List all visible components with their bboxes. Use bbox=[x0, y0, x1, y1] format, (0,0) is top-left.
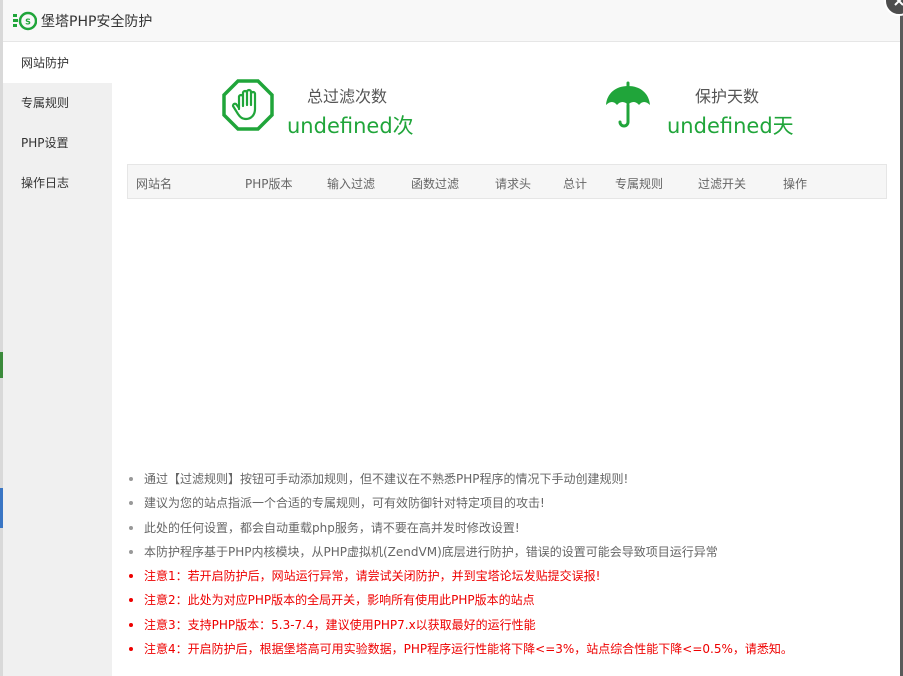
warning-note: 注意4：开启防护后，根据堡塔高可用实验数据，PHP程序运行性能将下降<=3%，站… bbox=[126, 637, 793, 661]
column-header-filter-switch: 过滤开关 bbox=[698, 177, 747, 191]
total-filter-value: undefined次 bbox=[287, 114, 414, 138]
main-panel: 总过滤次数 undefined次 保护天数 undefined天 网站名 PHP… bbox=[112, 43, 900, 676]
stop-hand-icon bbox=[222, 79, 274, 131]
help-note: 通过【过滤规则】按钮可手动添加规则，但不建议在不熟悉PHP程序的情况下手动创建规… bbox=[126, 467, 793, 491]
column-header-request-header: 请求头 bbox=[495, 177, 532, 191]
protect-days-label: 保护天数 bbox=[695, 87, 760, 106]
warning-note: 注意1：若开启防护后，网站运行异常，请尝试关闭防护，并到宝塔论坛发贴提交误报! bbox=[126, 564, 793, 588]
column-header-total: 总计 bbox=[563, 177, 588, 191]
help-notes: 通过【过滤规则】按钮可手动添加规则，但不建议在不熟悉PHP程序的情况下手动创建规… bbox=[126, 467, 793, 661]
protect-days-value: undefined天 bbox=[667, 114, 794, 138]
close-icon bbox=[894, 0, 903, 6]
column-header-function-filter: 函数过滤 bbox=[411, 177, 460, 191]
bt-logo-icon: S bbox=[13, 10, 38, 32]
column-header-input-filter: 输入过滤 bbox=[327, 177, 376, 191]
sidebar-item-operation-log[interactable]: 操作日志 bbox=[3, 163, 112, 203]
help-note: 本防护程序基于PHP内核模块，从PHP虚拟机(ZendVM)底层进行防护，错误的… bbox=[126, 540, 793, 564]
column-header-site-name: 网站名 bbox=[136, 177, 173, 191]
umbrella-icon bbox=[602, 79, 654, 131]
column-header-actions: 操作 bbox=[783, 177, 808, 191]
warning-note: 注意3：支持PHP版本：5.3-7.4，建议使用PHP7.x以获取最好的运行性能 bbox=[126, 613, 793, 637]
dialog-titlebar: S 堡塔PHP安全防护 bbox=[3, 0, 903, 42]
plugin-dialog: S 堡塔PHP安全防护 网站防护 专属规则 PHP设置 操作日志 总过滤次数 u… bbox=[3, 0, 903, 676]
sidebar: 网站防护 专属规则 PHP设置 操作日志 bbox=[3, 43, 112, 676]
sidebar-item-exclusive-rules[interactable]: 专属规则 bbox=[3, 83, 112, 123]
help-note: 此处的任何设置，都会自动重载php服务，请不要在高并发时修改设置! bbox=[126, 516, 793, 540]
help-note: 建议为您的站点指派一个合适的专属规则，可有效防御针对特定项目的攻击! bbox=[126, 491, 793, 515]
site-table-header: 网站名 PHP版本 输入过滤 函数过滤 请求头 总计 专属规则 过滤开关 操作 bbox=[127, 164, 887, 199]
column-header-php-version: PHP版本 bbox=[245, 177, 293, 191]
column-header-exclusive-rules: 专属规则 bbox=[615, 177, 664, 191]
warning-note: 注意2：此处为对应PHP版本的全局开关，影响所有使用此PHP版本的站点 bbox=[126, 588, 793, 612]
dialog-title: 堡塔PHP安全防护 bbox=[41, 14, 153, 30]
sidebar-item-site-protection[interactable]: 网站防护 bbox=[3, 43, 112, 83]
close-button[interactable] bbox=[884, 0, 903, 16]
svg-text:S: S bbox=[25, 18, 31, 27]
sidebar-item-php-settings[interactable]: PHP设置 bbox=[3, 123, 112, 163]
total-filter-label: 总过滤次数 bbox=[307, 87, 388, 106]
